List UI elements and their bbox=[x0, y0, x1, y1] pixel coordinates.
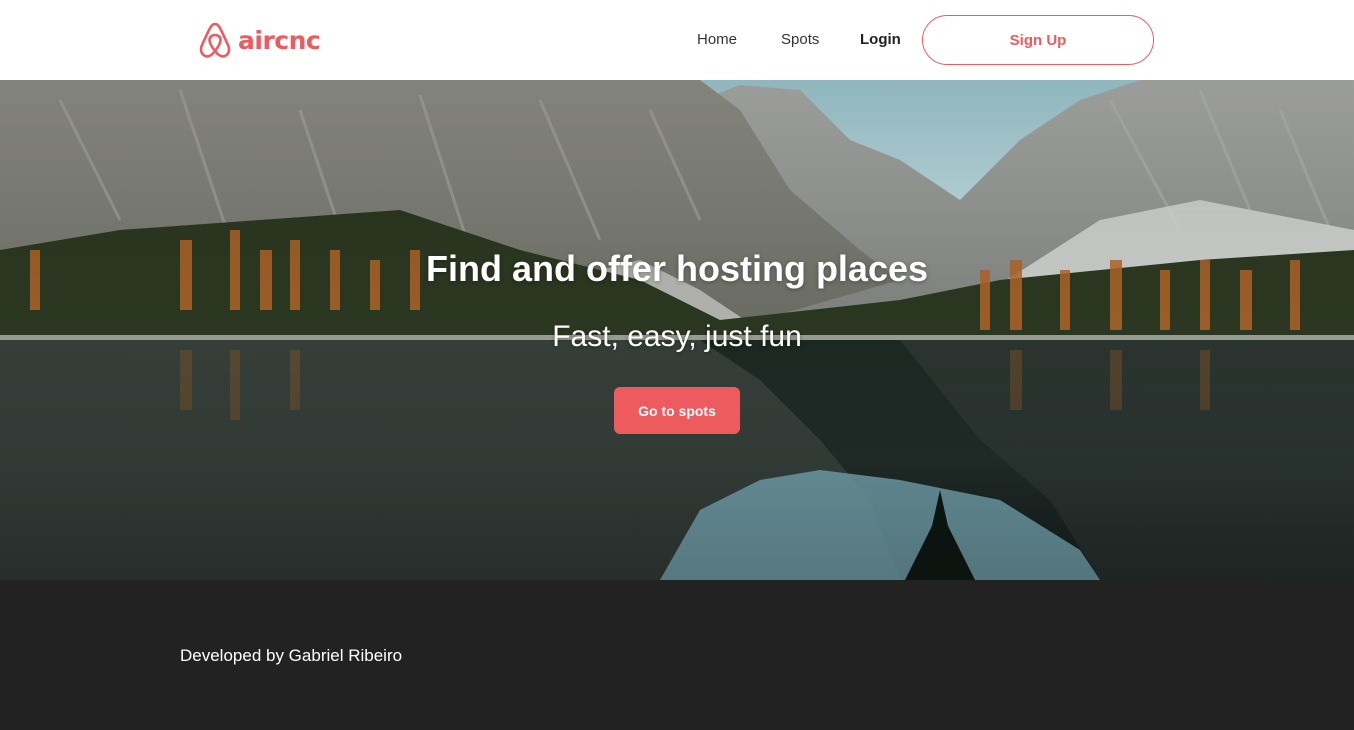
signup-button[interactable]: Sign Up bbox=[922, 15, 1154, 65]
nav-login-link[interactable]: Login bbox=[860, 30, 901, 50]
footer: Developed by Gabriel Ribeiro bbox=[0, 580, 1354, 730]
nav-spots-link[interactable]: Spots bbox=[781, 30, 819, 50]
navbar: aircnc Home Spots Login Sign Up bbox=[0, 0, 1354, 80]
brand-name: aircnc bbox=[238, 25, 321, 55]
airbnb-logo-icon bbox=[199, 22, 231, 58]
brand-logo[interactable]: aircnc bbox=[198, 21, 321, 59]
hero-section: Find and offer hosting places Fast, easy… bbox=[0, 80, 1354, 580]
hero-subtitle: Fast, easy, just fun bbox=[552, 320, 802, 353]
footer-credit: Developed by Gabriel Ribeiro bbox=[180, 646, 403, 665]
nav-home-link[interactable]: Home bbox=[697, 30, 737, 50]
hero-title: Find and offer hosting places bbox=[425, 248, 929, 289]
go-to-spots-button[interactable]: Go to spots bbox=[614, 387, 740, 434]
